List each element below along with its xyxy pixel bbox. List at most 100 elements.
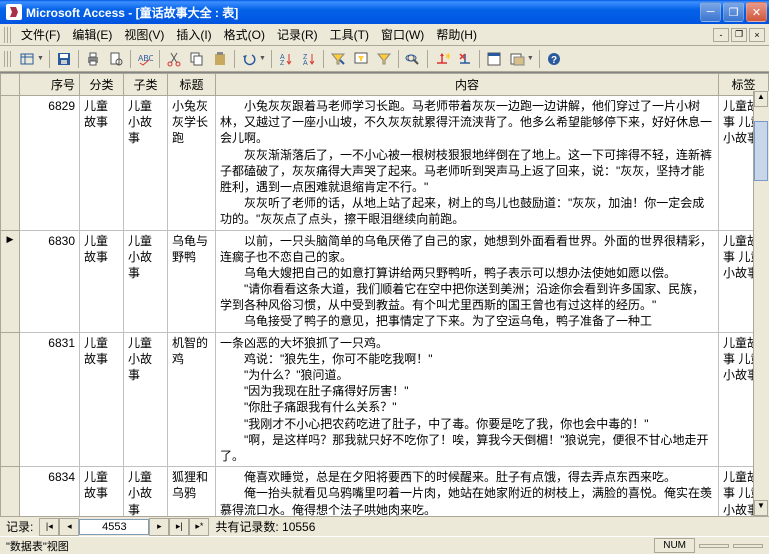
cell-seq[interactable]: 6831 [20,332,80,467]
scroll-down-button[interactable]: ▼ [754,500,768,516]
menu-insert[interactable]: 插入(I) [170,24,217,45]
cell-content[interactable]: 以前，一只头脑简单的乌龟厌倦了自己的家，她想到外面看看世界。外面的世界很精彩，连… [216,230,719,332]
titlebar: Microsoft Access - [童话故事大全 : 表] ─ ❐ ✕ [0,0,769,24]
cell-content[interactable]: 俺喜欢睡觉，总是在夕阳将要西下的时候醒来。肚子有点饿，得去弄点东西来吃。 俺一抬… [216,467,719,516]
minimize-button[interactable]: ─ [700,2,721,22]
mdi-close[interactable]: × [749,28,765,42]
view-button[interactable] [16,48,38,70]
nav-prev-button[interactable]: ◂ [59,518,79,536]
menu-grip[interactable] [4,27,11,43]
menu-help[interactable]: 帮助(H) [430,24,483,45]
select-all-corner[interactable] [1,74,20,96]
cell-seq[interactable]: 6834 [20,467,80,516]
col-header-content[interactable]: 内容 [216,74,719,96]
view-dropdown[interactable]: ▼ [37,55,46,62]
svg-text:Z: Z [280,60,285,67]
scroll-thumb[interactable] [754,121,768,181]
toolbar: ▼ ABC ▼ AZ ZA ✱ ▼ ? [0,46,769,72]
svg-text:✱: ✱ [445,52,450,61]
nav-last-button[interactable]: ▸| [169,518,189,536]
paste-button[interactable] [209,48,231,70]
filter-form-button[interactable] [350,48,372,70]
row-selector[interactable] [1,332,20,467]
mdi-minimize[interactable]: - [713,28,729,42]
find-button[interactable] [402,48,424,70]
status-cell-2 [699,544,729,548]
cell-content[interactable]: 小兔灰灰跟着马老师学习长跑。马老师带着灰灰一边跑一边讲解，他们穿过了一片小树林，… [216,96,719,231]
row-selector[interactable] [1,96,20,231]
cell-subcategory[interactable]: 儿童小故事 [124,96,168,231]
nav-first-button[interactable]: |◂ [39,518,59,536]
nav-total-label: 共有记录数: 10556 [209,518,321,535]
cell-content[interactable]: 一条凶恶的大坏狼抓了一只鸡。 鸡说："狼先生，你可不能吃我啊！" "为什么？"狼… [216,332,719,467]
status-cell-3 [733,544,763,548]
print-preview-button[interactable] [105,48,127,70]
col-header-seq[interactable]: 序号 [20,74,80,96]
menu-edit[interactable]: 编辑(E) [66,24,118,45]
table-row[interactable]: 6831儿童故事儿童小故事机智的鸡一条凶恶的大坏狼抓了一只鸡。 鸡说："狼先生，… [1,332,769,467]
nav-current-input[interactable] [79,519,149,535]
filter-toggle-button[interactable] [373,48,395,70]
cut-button[interactable] [163,48,185,70]
menu-view[interactable]: 视图(V) [118,24,170,45]
scroll-up-button[interactable]: ▲ [754,91,768,107]
print-button[interactable] [82,48,104,70]
sort-asc-button[interactable]: AZ [275,48,297,70]
cell-title[interactable]: 机智的鸡 [168,332,216,467]
app-logo [6,4,22,20]
status-view-mode: "数据表"视图 [6,538,69,554]
cell-seq[interactable]: 6830 [20,230,80,332]
delete-record-button[interactable] [454,48,476,70]
database-window-button[interactable] [483,48,505,70]
cell-category[interactable]: 儿童故事 [80,467,124,516]
new-object-dropdown[interactable]: ▼ [527,55,536,62]
col-header-subcategory[interactable]: 子类 [124,74,168,96]
toolbar-grip[interactable] [4,51,11,67]
mdi-restore[interactable]: ❐ [731,28,747,42]
help-button[interactable]: ? [543,48,565,70]
close-button[interactable]: ✕ [746,2,767,22]
row-selector[interactable]: ▶ [1,230,20,332]
menu-file[interactable]: 文件(F) [15,24,66,45]
menu-records[interactable]: 记录(R) [271,24,324,45]
vertical-scrollbar[interactable]: ▲ ▼ [753,91,769,516]
cell-subcategory[interactable]: 儿童小故事 [124,230,168,332]
cell-title[interactable]: 狐狸和乌鸦 [168,467,216,516]
cell-category[interactable]: 儿童故事 [80,230,124,332]
table-row[interactable]: ▶6830儿童故事儿童小故事乌龟与野鸭 以前，一只头脑简单的乌龟厌倦了自己的家，… [1,230,769,332]
cell-seq[interactable]: 6829 [20,96,80,231]
undo-dropdown[interactable]: ▼ [259,55,268,62]
svg-text:?: ? [551,55,557,66]
col-header-category[interactable]: 分类 [80,74,124,96]
nav-next-button[interactable]: ▸ [149,518,169,536]
copy-button[interactable] [186,48,208,70]
table-row[interactable]: 6834儿童故事儿童小故事狐狸和乌鸦 俺喜欢睡觉，总是在夕阳将要西下的时候醒来。… [1,467,769,516]
undo-button[interactable] [238,48,260,70]
spellcheck-button[interactable]: ABC [134,48,156,70]
new-record-button[interactable]: ✱ [431,48,453,70]
maximize-button[interactable]: ❐ [723,2,744,22]
cell-title[interactable]: 乌龟与野鸭 [168,230,216,332]
svg-text:A: A [303,60,308,67]
menu-window[interactable]: 窗口(W) [375,24,430,45]
new-object-button[interactable] [506,48,528,70]
nav-label: 记录: [0,518,39,535]
save-button[interactable] [53,48,75,70]
window-title: Microsoft Access - [童话故事大全 : 表] [26,4,700,21]
menu-tools[interactable]: 工具(T) [324,24,375,45]
table-row[interactable]: 6829儿童故事儿童小故事小兔灰灰学长跑 小兔灰灰跟着马老师学习长跑。马老师带着… [1,96,769,231]
cell-subcategory[interactable]: 儿童小故事 [124,332,168,467]
row-selector[interactable] [1,467,20,516]
col-header-title[interactable]: 标题 [168,74,216,96]
filter-selection-button[interactable] [327,48,349,70]
menu-format[interactable]: 格式(O) [218,24,271,45]
cell-category[interactable]: 儿童故事 [80,332,124,467]
cell-subcategory[interactable]: 儿童小故事 [124,467,168,516]
cell-title[interactable]: 小兔灰灰学长跑 [168,96,216,231]
record-navigator: 记录: |◂ ◂ ▸ ▸| ▸* 共有记录数: 10556 [0,516,769,536]
svg-text:ABC: ABC [138,54,153,63]
nav-new-button[interactable]: ▸* [189,518,209,536]
sort-desc-button[interactable]: ZA [298,48,320,70]
status-num-lock: NUM [654,538,695,553]
cell-category[interactable]: 儿童故事 [80,96,124,231]
